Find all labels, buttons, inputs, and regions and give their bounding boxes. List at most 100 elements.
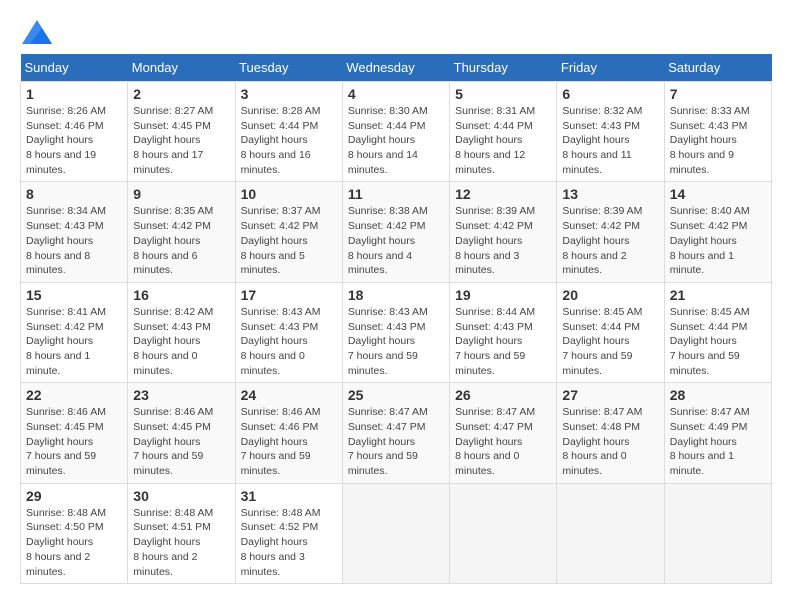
day-number: 15 <box>26 287 122 303</box>
day-number: 3 <box>241 86 337 102</box>
calendar-cell: 10 Sunrise: 8:37 AM Sunset: 4:42 PM Dayl… <box>235 182 342 282</box>
calendar-cell <box>450 483 557 583</box>
day-number: 31 <box>241 488 337 504</box>
calendar-week-5: 29 Sunrise: 8:48 AM Sunset: 4:50 PM Dayl… <box>21 483 772 583</box>
day-info: Sunrise: 8:33 AM Sunset: 4:43 PM Dayligh… <box>670 104 766 177</box>
day-info: Sunrise: 8:46 AM Sunset: 4:45 PM Dayligh… <box>26 405 122 478</box>
day-number: 21 <box>670 287 766 303</box>
day-info: Sunrise: 8:47 AM Sunset: 4:47 PM Dayligh… <box>348 405 444 478</box>
day-number: 13 <box>562 186 658 202</box>
day-number: 6 <box>562 86 658 102</box>
calendar-cell: 22 Sunrise: 8:46 AM Sunset: 4:45 PM Dayl… <box>21 383 128 483</box>
day-info: Sunrise: 8:40 AM Sunset: 4:42 PM Dayligh… <box>670 204 766 277</box>
column-header-monday: Monday <box>128 54 235 82</box>
page-header <box>20 20 772 44</box>
day-number: 22 <box>26 387 122 403</box>
calendar-cell: 27 Sunrise: 8:47 AM Sunset: 4:48 PM Dayl… <box>557 383 664 483</box>
column-header-tuesday: Tuesday <box>235 54 342 82</box>
calendar-cell: 1 Sunrise: 8:26 AM Sunset: 4:46 PM Dayli… <box>21 82 128 182</box>
day-info: Sunrise: 8:30 AM Sunset: 4:44 PM Dayligh… <box>348 104 444 177</box>
logo-icon <box>22 20 52 44</box>
calendar-cell <box>342 483 449 583</box>
calendar-cell: 3 Sunrise: 8:28 AM Sunset: 4:44 PM Dayli… <box>235 82 342 182</box>
day-info: Sunrise: 8:31 AM Sunset: 4:44 PM Dayligh… <box>455 104 551 177</box>
calendar-cell: 24 Sunrise: 8:46 AM Sunset: 4:46 PM Dayl… <box>235 383 342 483</box>
logo <box>20 20 52 44</box>
day-number: 2 <box>133 86 229 102</box>
calendar-cell: 18 Sunrise: 8:43 AM Sunset: 4:43 PM Dayl… <box>342 282 449 382</box>
day-number: 1 <box>26 86 122 102</box>
calendar-week-2: 8 Sunrise: 8:34 AM Sunset: 4:43 PM Dayli… <box>21 182 772 282</box>
day-number: 26 <box>455 387 551 403</box>
calendar-cell: 31 Sunrise: 8:48 AM Sunset: 4:52 PM Dayl… <box>235 483 342 583</box>
day-info: Sunrise: 8:48 AM Sunset: 4:51 PM Dayligh… <box>133 506 229 579</box>
day-number: 11 <box>348 186 444 202</box>
day-info: Sunrise: 8:37 AM Sunset: 4:42 PM Dayligh… <box>241 204 337 277</box>
day-info: Sunrise: 8:39 AM Sunset: 4:42 PM Dayligh… <box>455 204 551 277</box>
calendar-cell: 14 Sunrise: 8:40 AM Sunset: 4:42 PM Dayl… <box>664 182 771 282</box>
calendar-cell <box>664 483 771 583</box>
calendar-cell: 26 Sunrise: 8:47 AM Sunset: 4:47 PM Dayl… <box>450 383 557 483</box>
day-info: Sunrise: 8:26 AM Sunset: 4:46 PM Dayligh… <box>26 104 122 177</box>
calendar-week-4: 22 Sunrise: 8:46 AM Sunset: 4:45 PM Dayl… <box>21 383 772 483</box>
calendar-cell: 19 Sunrise: 8:44 AM Sunset: 4:43 PM Dayl… <box>450 282 557 382</box>
day-number: 30 <box>133 488 229 504</box>
day-number: 20 <box>562 287 658 303</box>
day-number: 7 <box>670 86 766 102</box>
calendar-week-3: 15 Sunrise: 8:41 AM Sunset: 4:42 PM Dayl… <box>21 282 772 382</box>
day-number: 12 <box>455 186 551 202</box>
day-info: Sunrise: 8:46 AM Sunset: 4:45 PM Dayligh… <box>133 405 229 478</box>
day-number: 17 <box>241 287 337 303</box>
day-info: Sunrise: 8:48 AM Sunset: 4:52 PM Dayligh… <box>241 506 337 579</box>
day-number: 23 <box>133 387 229 403</box>
calendar-cell: 25 Sunrise: 8:47 AM Sunset: 4:47 PM Dayl… <box>342 383 449 483</box>
day-info: Sunrise: 8:44 AM Sunset: 4:43 PM Dayligh… <box>455 305 551 378</box>
calendar-week-1: 1 Sunrise: 8:26 AM Sunset: 4:46 PM Dayli… <box>21 82 772 182</box>
day-info: Sunrise: 8:35 AM Sunset: 4:42 PM Dayligh… <box>133 204 229 277</box>
calendar-cell: 28 Sunrise: 8:47 AM Sunset: 4:49 PM Dayl… <box>664 383 771 483</box>
column-header-sunday: Sunday <box>21 54 128 82</box>
column-header-wednesday: Wednesday <box>342 54 449 82</box>
day-info: Sunrise: 8:34 AM Sunset: 4:43 PM Dayligh… <box>26 204 122 277</box>
column-header-friday: Friday <box>557 54 664 82</box>
calendar-cell: 29 Sunrise: 8:48 AM Sunset: 4:50 PM Dayl… <box>21 483 128 583</box>
day-number: 25 <box>348 387 444 403</box>
calendar-cell: 12 Sunrise: 8:39 AM Sunset: 4:42 PM Dayl… <box>450 182 557 282</box>
calendar-cell: 16 Sunrise: 8:42 AM Sunset: 4:43 PM Dayl… <box>128 282 235 382</box>
day-number: 4 <box>348 86 444 102</box>
calendar-cell: 9 Sunrise: 8:35 AM Sunset: 4:42 PM Dayli… <box>128 182 235 282</box>
calendar-cell: 11 Sunrise: 8:38 AM Sunset: 4:42 PM Dayl… <box>342 182 449 282</box>
day-info: Sunrise: 8:47 AM Sunset: 4:48 PM Dayligh… <box>562 405 658 478</box>
day-info: Sunrise: 8:39 AM Sunset: 4:42 PM Dayligh… <box>562 204 658 277</box>
day-info: Sunrise: 8:47 AM Sunset: 4:47 PM Dayligh… <box>455 405 551 478</box>
calendar-cell: 5 Sunrise: 8:31 AM Sunset: 4:44 PM Dayli… <box>450 82 557 182</box>
day-info: Sunrise: 8:47 AM Sunset: 4:49 PM Dayligh… <box>670 405 766 478</box>
day-info: Sunrise: 8:27 AM Sunset: 4:45 PM Dayligh… <box>133 104 229 177</box>
day-number: 8 <box>26 186 122 202</box>
day-info: Sunrise: 8:45 AM Sunset: 4:44 PM Dayligh… <box>562 305 658 378</box>
day-number: 18 <box>348 287 444 303</box>
day-number: 16 <box>133 287 229 303</box>
calendar-cell: 30 Sunrise: 8:48 AM Sunset: 4:51 PM Dayl… <box>128 483 235 583</box>
column-header-saturday: Saturday <box>664 54 771 82</box>
calendar-cell: 6 Sunrise: 8:32 AM Sunset: 4:43 PM Dayli… <box>557 82 664 182</box>
calendar-cell: 13 Sunrise: 8:39 AM Sunset: 4:42 PM Dayl… <box>557 182 664 282</box>
day-info: Sunrise: 8:43 AM Sunset: 4:43 PM Dayligh… <box>241 305 337 378</box>
day-info: Sunrise: 8:32 AM Sunset: 4:43 PM Dayligh… <box>562 104 658 177</box>
calendar-cell: 23 Sunrise: 8:46 AM Sunset: 4:45 PM Dayl… <box>128 383 235 483</box>
calendar-cell: 20 Sunrise: 8:45 AM Sunset: 4:44 PM Dayl… <box>557 282 664 382</box>
calendar-cell: 8 Sunrise: 8:34 AM Sunset: 4:43 PM Dayli… <box>21 182 128 282</box>
day-info: Sunrise: 8:41 AM Sunset: 4:42 PM Dayligh… <box>26 305 122 378</box>
calendar-cell: 17 Sunrise: 8:43 AM Sunset: 4:43 PM Dayl… <box>235 282 342 382</box>
day-info: Sunrise: 8:28 AM Sunset: 4:44 PM Dayligh… <box>241 104 337 177</box>
column-header-thursday: Thursday <box>450 54 557 82</box>
day-number: 19 <box>455 287 551 303</box>
day-number: 14 <box>670 186 766 202</box>
calendar-cell <box>557 483 664 583</box>
day-number: 5 <box>455 86 551 102</box>
day-info: Sunrise: 8:48 AM Sunset: 4:50 PM Dayligh… <box>26 506 122 579</box>
day-info: Sunrise: 8:46 AM Sunset: 4:46 PM Dayligh… <box>241 405 337 478</box>
day-number: 24 <box>241 387 337 403</box>
calendar-body: 1 Sunrise: 8:26 AM Sunset: 4:46 PM Dayli… <box>21 82 772 584</box>
day-info: Sunrise: 8:38 AM Sunset: 4:42 PM Dayligh… <box>348 204 444 277</box>
